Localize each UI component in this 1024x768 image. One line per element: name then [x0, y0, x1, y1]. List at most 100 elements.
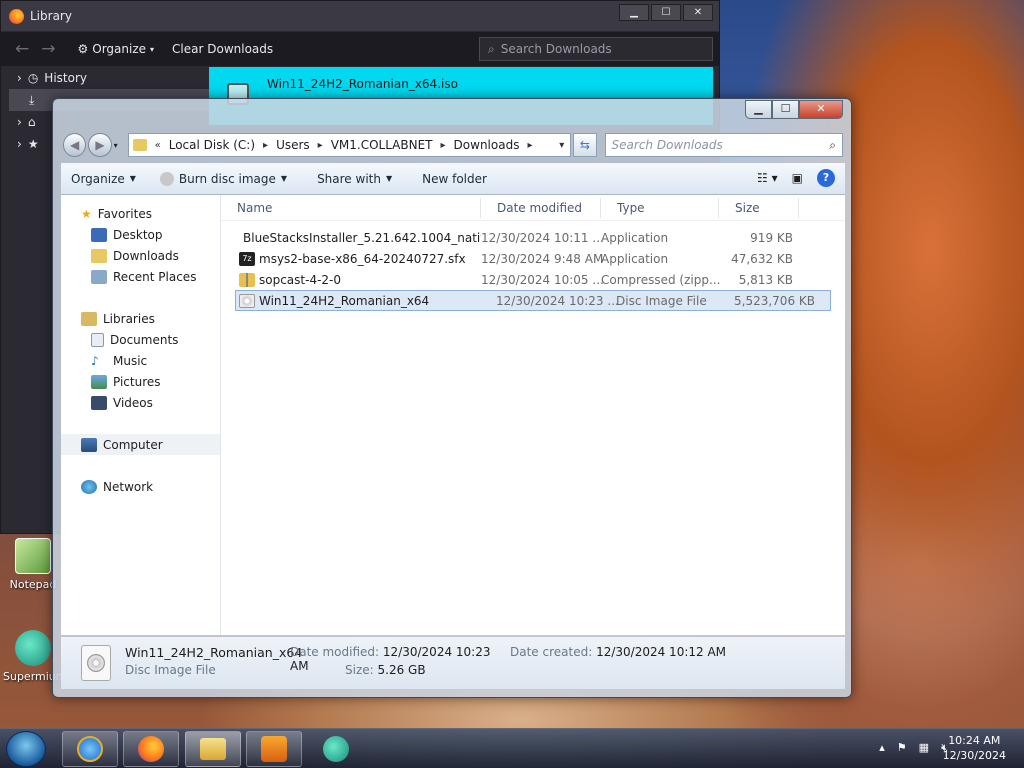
nav-desktop[interactable]: Desktop	[61, 224, 220, 245]
navigation-pane: ★ Favorites Desktop Downloads Recent Pla…	[61, 195, 221, 635]
file-row-selected[interactable]: Win11_24H2_Romanian_x64 12/30/2024 10:23…	[235, 290, 831, 311]
close-button[interactable]: ✕	[683, 4, 713, 21]
network-icon[interactable]: ▦	[919, 741, 929, 755]
start-button[interactable]	[6, 731, 46, 767]
column-header-size[interactable]: Size	[719, 197, 799, 218]
forward-button[interactable]: ▶	[88, 133, 112, 157]
organize-button[interactable]: Organize ▼	[71, 172, 136, 186]
details-filetype: Disc Image File	[125, 663, 216, 677]
star-icon: ★	[81, 206, 92, 221]
downloads-folder-icon	[91, 248, 107, 263]
refresh-button[interactable]: ⇆	[573, 133, 597, 157]
nav-recent-places[interactable]: Recent Places	[61, 266, 220, 287]
nav-videos[interactable]: Videos	[61, 392, 220, 413]
library-title: Library	[30, 9, 72, 23]
column-header-type[interactable]: Type	[601, 197, 719, 218]
recent-places-icon	[91, 269, 107, 284]
taskbar-internet-explorer[interactable]	[62, 731, 118, 767]
file-row[interactable]: BlueStacksInstaller_5.21.642.1004_native…	[221, 227, 845, 248]
folder-icon	[132, 139, 147, 151]
nav-network[interactable]: Network	[61, 476, 220, 497]
star-icon: ★	[27, 137, 39, 151]
search-icon: ⌕	[829, 138, 836, 152]
details-modified-label: Date modified:	[290, 645, 380, 659]
computer-icon	[81, 437, 97, 452]
chevron-down-icon: ▼	[280, 174, 288, 183]
clock[interactable]: 10:24 AM 12/30/2024	[943, 733, 1006, 763]
download-filename: Win11_24H2_Romanian_x64.iso	[267, 77, 458, 91]
nav-music[interactable]: ♪ Music	[61, 350, 220, 371]
details-size-value: 5.26 GB	[377, 663, 426, 677]
zip-folder-icon	[239, 272, 255, 287]
firefox-icon	[138, 736, 164, 762]
breadcrumb-users[interactable]: Users	[276, 138, 310, 152]
show-hidden-icons-icon[interactable]: ▴	[879, 741, 885, 755]
nav-downloads[interactable]: Downloads	[61, 245, 220, 266]
address-dropdown-icon[interactable]: ▾	[559, 140, 564, 151]
clock-date: 12/30/2024	[942, 749, 1006, 762]
tag-icon: ⌂	[27, 115, 36, 129]
file-row[interactable]: 7z msys2-base-x86_64-20240727.sfx 12/30/2…	[221, 248, 845, 269]
back-button[interactable]: ◀	[63, 133, 87, 157]
nav-computer[interactable]: Computer	[61, 434, 220, 455]
nav-documents[interactable]: Documents	[61, 329, 220, 350]
back-arrow-icon[interactable]: ←	[15, 39, 29, 59]
column-header-name[interactable]: Name	[221, 197, 481, 218]
minimize-button[interactable]: ▁	[619, 4, 649, 21]
music-icon: ♪	[91, 353, 99, 368]
recent-pages-chevron-icon[interactable]: ▾	[114, 141, 118, 150]
breadcrumb-user[interactable]: VM1.COLLABNET	[331, 138, 433, 152]
view-options-icon[interactable]: ☷ ▾	[757, 171, 778, 185]
chevron-right-icon[interactable]: ▸	[318, 140, 323, 151]
gear-icon: ⚙	[77, 42, 89, 56]
explorer-search-input[interactable]: Search Downloads ⌕	[604, 133, 843, 157]
clock-time: 10:24 AM	[948, 734, 1001, 747]
sidebar-item-history[interactable]: › ◷ History	[9, 67, 209, 89]
breadcrumb-downloads[interactable]: Downloads	[454, 138, 520, 152]
folder-icon	[200, 738, 226, 760]
disc-image-icon	[81, 645, 111, 681]
nav-pictures[interactable]: Pictures	[61, 371, 220, 392]
preview-pane-icon[interactable]: ▣	[792, 171, 803, 185]
share-with-button[interactable]: Share with ▼	[317, 172, 392, 186]
details-size-label: Size:	[345, 663, 374, 677]
forward-arrow-icon[interactable]: →	[41, 39, 55, 59]
taskbar-explorer[interactable]	[185, 731, 241, 767]
library-organize-button[interactable]: ⚙ Organize ▾	[78, 42, 155, 56]
breadcrumb-overflow-icon[interactable]: «	[155, 140, 161, 151]
action-center-flag-icon[interactable]: ⚑	[897, 741, 907, 755]
chevron-right-icon: ›	[17, 71, 22, 85]
taskbar-firefox[interactable]	[123, 731, 179, 767]
details-created-value: 12/30/2024 10:12 AM	[596, 645, 727, 659]
minimize-button[interactable]: ▁	[745, 100, 772, 119]
taskbar-media-player[interactable]	[246, 731, 302, 767]
chevron-right-icon[interactable]: ▸	[441, 140, 446, 151]
address-bar[interactable]: « Local Disk (C:) ▸ Users ▸ VM1.COLLABNE…	[127, 133, 572, 157]
close-button[interactable]: ✕	[799, 100, 843, 119]
details-created-label: Date created:	[510, 645, 593, 659]
column-header-date[interactable]: Date modified	[481, 197, 601, 218]
breadcrumb-local-disk[interactable]: Local Disk (C:)	[169, 138, 255, 152]
taskbar-supermium[interactable]	[308, 731, 364, 767]
network-icon	[81, 479, 97, 494]
command-bar: Organize ▼ Burn disc image ▼ Share with …	[61, 163, 845, 195]
help-icon[interactable]: ?	[817, 169, 835, 187]
library-search-input[interactable]: ⌕ Search Downloads	[479, 37, 713, 61]
nav-libraries[interactable]: Libraries	[61, 308, 220, 329]
desktop-icon	[91, 227, 107, 242]
maximize-button[interactable]: ☐	[651, 4, 681, 21]
search-icon: ⌕	[488, 42, 495, 56]
chevron-right-icon[interactable]: ▸	[263, 140, 268, 151]
clear-downloads-button[interactable]: Clear Downloads	[172, 42, 273, 56]
pictures-icon	[91, 374, 107, 389]
burn-disc-image-button[interactable]: Burn disc image ▼	[159, 171, 288, 186]
libraries-icon	[81, 311, 97, 326]
new-folder-button[interactable]: New folder	[422, 172, 487, 186]
chevron-right-icon: ›	[17, 137, 22, 151]
maximize-button[interactable]: ☐	[772, 100, 799, 119]
nav-favorites[interactable]: ★ Favorites	[61, 203, 220, 224]
library-titlebar[interactable]: Library ▁ ☐ ✕	[1, 1, 719, 31]
chevron-right-icon[interactable]: ▸	[527, 140, 532, 151]
explorer-window: ▁ ☐ ✕ ◀ ▶ ▾ « Local Disk (C:) ▸ Users ▸ …	[52, 98, 852, 698]
file-row[interactable]: sopcast-4-2-0 12/30/2024 10:05 ... Compr…	[221, 269, 845, 290]
